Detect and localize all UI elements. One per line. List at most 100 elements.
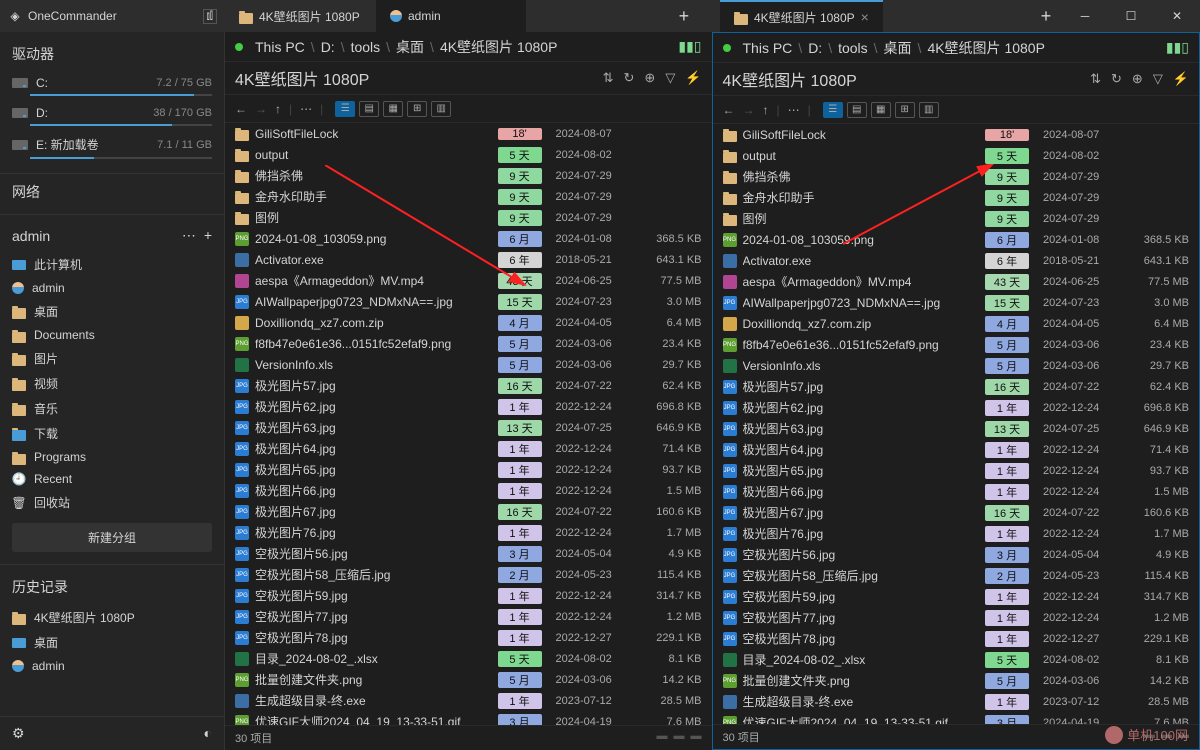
add-tab-right-button[interactable]: + <box>1030 6 1062 27</box>
file-row[interactable]: JPG极光图片66.jpg1 年2022-12-241.5 MB <box>713 481 1200 502</box>
file-row[interactable]: JPG极光图片57.jpg16 天2024-07-2262.4 KB <box>225 375 712 396</box>
up-button[interactable]: ↑ <box>763 103 769 117</box>
file-row[interactable]: JPG极光图片65.jpg1 年2022-12-2493.7 KB <box>225 459 712 480</box>
sidebar-item[interactable]: Programs <box>0 446 224 468</box>
tab[interactable]: admin <box>376 0 526 32</box>
sidebar-item[interactable]: 下载 <box>0 421 224 446</box>
file-row[interactable]: JPG极光图片64.jpg1 年2022-12-2471.4 KB <box>225 438 712 459</box>
add-favorite-button[interactable]: + <box>204 227 212 244</box>
file-row[interactable]: PNG2024-01-08_103059.png6 月2024-01-08368… <box>225 228 712 249</box>
view-columns-button[interactable]: ▥ <box>919 102 939 118</box>
drive-item[interactable]: D:38 / 170 GB <box>0 102 224 124</box>
view-columns-button[interactable]: ▥ <box>431 101 451 117</box>
path-segment[interactable]: 桌面 <box>884 38 912 58</box>
sidebar-item[interactable]: Documents <box>0 324 224 346</box>
add-tab-left-button[interactable]: + <box>668 6 700 27</box>
view-tiles-button[interactable]: ▦ <box>383 101 403 117</box>
history-item[interactable]: 4K壁纸图片 1080P <box>0 605 224 630</box>
drive-item[interactable]: C:7.2 / 75 GB <box>0 72 224 94</box>
file-row[interactable]: JPG极光图片76.jpg1 年2022-12-241.7 MB <box>713 523 1200 544</box>
refresh-icon[interactable]: ↻ <box>1111 71 1122 87</box>
up-button[interactable]: ↑ <box>275 102 281 116</box>
file-row[interactable]: JPG极光图片62.jpg1 年2022-12-24696.8 KB <box>713 397 1200 418</box>
view-grid-button[interactable]: ⊞ <box>895 102 915 118</box>
file-row[interactable]: 生成超级目录-终.exe1 年2023-07-1228.5 MB <box>225 690 712 711</box>
file-row[interactable]: JPG空极光图片59.jpg1 年2022-12-24314.7 KB <box>225 585 712 606</box>
file-row[interactable]: 图例9 天2024-07-29 <box>713 208 1200 229</box>
file-row[interactable]: 佛挡杀佛9 天2024-07-29 <box>713 166 1200 187</box>
file-row[interactable]: JPG空极光图片77.jpg1 年2022-12-241.2 MB <box>225 606 712 627</box>
view-details-button[interactable]: ▤ <box>359 101 379 117</box>
back-button[interactable]: ← <box>235 102 247 116</box>
file-row[interactable]: JPG空极光图片56.jpg3 月2024-05-044.9 KB <box>225 543 712 564</box>
sidebar-item[interactable]: 视频 <box>0 371 224 396</box>
file-row[interactable]: JPG空极光图片77.jpg1 年2022-12-241.2 MB <box>713 607 1200 628</box>
drive-item[interactable]: E: 新加载卷7.1 / 11 GB <box>0 132 224 157</box>
bolt-icon[interactable]: ⚡ <box>685 70 701 86</box>
network-header[interactable]: 网络 <box>0 173 224 210</box>
file-row[interactable]: JPG极光图片67.jpg16 天2024-07-22160.6 KB <box>225 501 712 522</box>
file-row[interactable]: PNG2024-01-08_103059.png6 月2024-01-08368… <box>713 229 1200 250</box>
tab[interactable]: 4K壁纸图片 1080P× <box>720 0 883 32</box>
tab[interactable]: 4K壁纸图片 1080P <box>225 0 375 32</box>
forward-button[interactable]: → <box>743 103 755 117</box>
bolt-icon[interactable]: ⚡ <box>1173 71 1189 87</box>
path-segment[interactable]: D: <box>808 40 822 56</box>
more-icon[interactable]: ⋯ <box>182 227 196 244</box>
view-grid-button[interactable]: ⊞ <box>407 101 427 117</box>
file-row[interactable]: JPG极光图片76.jpg1 年2022-12-241.7 MB <box>225 522 712 543</box>
sidebar-item[interactable]: 此计算机 <box>0 252 224 277</box>
view-tiles-button[interactable]: ▦ <box>871 102 891 118</box>
file-row[interactable]: JPG空极光图片58_压缩后.jpg2 月2024-05-23115.4 KB <box>713 565 1200 586</box>
sidebar-item[interactable]: 音乐 <box>0 396 224 421</box>
settings-icon[interactable]: ⚙ <box>12 725 25 742</box>
close-button[interactable]: ✕ <box>1154 0 1200 32</box>
file-row[interactable]: 金舟水印助手9 天2024-07-29 <box>713 187 1200 208</box>
layout-toggle-icon[interactable]: ⫾⫿ <box>203 9 217 24</box>
file-row[interactable]: PNG批量创建文件夹.png5 月2024-03-0614.2 KB <box>225 669 712 690</box>
history-item[interactable]: 桌面 <box>0 630 224 655</box>
back-button[interactable]: ← <box>723 103 735 117</box>
forward-button[interactable]: → <box>255 102 267 116</box>
theme-icon[interactable]: ◐ <box>204 725 212 742</box>
filter-icon[interactable]: ▽ <box>665 70 675 86</box>
file-row[interactable]: VersionInfo.xls5 月2024-03-0629.7 KB <box>713 355 1200 376</box>
file-row[interactable]: PNGf8fb47e0e61e36...0151fc52efaf9.png5 月… <box>713 334 1200 355</box>
history-item[interactable]: admin <box>0 655 224 677</box>
file-row[interactable]: JPG空极光图片56.jpg3 月2024-05-044.9 KB <box>713 544 1200 565</box>
file-row[interactable]: PNGf8fb47e0e61e36...0151fc52efaf9.png5 月… <box>225 333 712 354</box>
file-row[interactable]: JPG极光图片63.jpg13 天2024-07-25646.9 KB <box>225 417 712 438</box>
file-row[interactable]: Activator.exe6 年2018-05-21643.1 KB <box>225 249 712 270</box>
file-row[interactable]: VersionInfo.xls5 月2024-03-0629.7 KB <box>225 354 712 375</box>
file-row[interactable]: 图例9 天2024-07-29 <box>225 207 712 228</box>
sidebar-item[interactable]: 桌面 <box>0 299 224 324</box>
path-segment[interactable]: This PC <box>743 40 793 56</box>
view-list-button[interactable]: ☰ <box>823 102 843 118</box>
sidebar-item[interactable]: admin <box>0 277 224 299</box>
view-list-button[interactable]: ☰ <box>335 101 355 117</box>
more-button[interactable]: ⋯ <box>300 102 312 116</box>
file-row[interactable]: JPG极光图片67.jpg16 天2024-07-22160.6 KB <box>713 502 1200 523</box>
sort-icon[interactable]: ⇅ <box>1090 71 1101 87</box>
file-row[interactable]: JPG极光图片64.jpg1 年2022-12-2471.4 KB <box>713 439 1200 460</box>
file-row[interactable]: aespa《Armageddon》MV.mp443 天2024-06-2577.… <box>225 270 712 291</box>
filter-icon[interactable]: ▽ <box>1153 71 1163 87</box>
sidebar-item[interactable]: 🗑回收站 <box>0 490 224 515</box>
minimize-button[interactable]: ─ <box>1062 0 1108 32</box>
more-button[interactable]: ⋯ <box>788 103 800 117</box>
file-row[interactable]: JPG极光图片57.jpg16 天2024-07-2262.4 KB <box>713 376 1200 397</box>
view-details-button[interactable]: ▤ <box>847 102 867 118</box>
file-row[interactable]: JPG空极光图片78.jpg1 年2022-12-27229.1 KB <box>225 627 712 648</box>
file-row[interactable]: JPG极光图片62.jpg1 年2022-12-24696.8 KB <box>225 396 712 417</box>
file-row[interactable]: JPG空极光图片59.jpg1 年2022-12-24314.7 KB <box>713 586 1200 607</box>
file-row[interactable]: GiliSoftFileLock18'2024-08-07 <box>225 123 712 144</box>
close-tab-icon[interactable]: × <box>861 9 869 25</box>
file-row[interactable]: Doxilliondq_xz7.com.zip4 月2024-04-056.4 … <box>713 313 1200 334</box>
file-row[interactable]: PNG优速GIF大师2024_04_19_13-33-51.gif3 月2024… <box>225 711 712 725</box>
file-row[interactable]: PNG批量创建文件夹.png5 月2024-03-0614.2 KB <box>713 670 1200 691</box>
file-row[interactable]: JPGAIWallpaperjpg0723_NDMxNA==.jpg15 天20… <box>225 291 712 312</box>
file-row[interactable]: 目录_2024-08-02_.xlsx5 天2024-08-028.1 KB <box>225 648 712 669</box>
path-segment[interactable]: tools <box>351 39 381 55</box>
path-segment[interactable]: 4K壁纸图片 1080P <box>440 37 558 57</box>
file-row[interactable]: 生成超级目录-终.exe1 年2023-07-1228.5 MB <box>713 691 1200 712</box>
